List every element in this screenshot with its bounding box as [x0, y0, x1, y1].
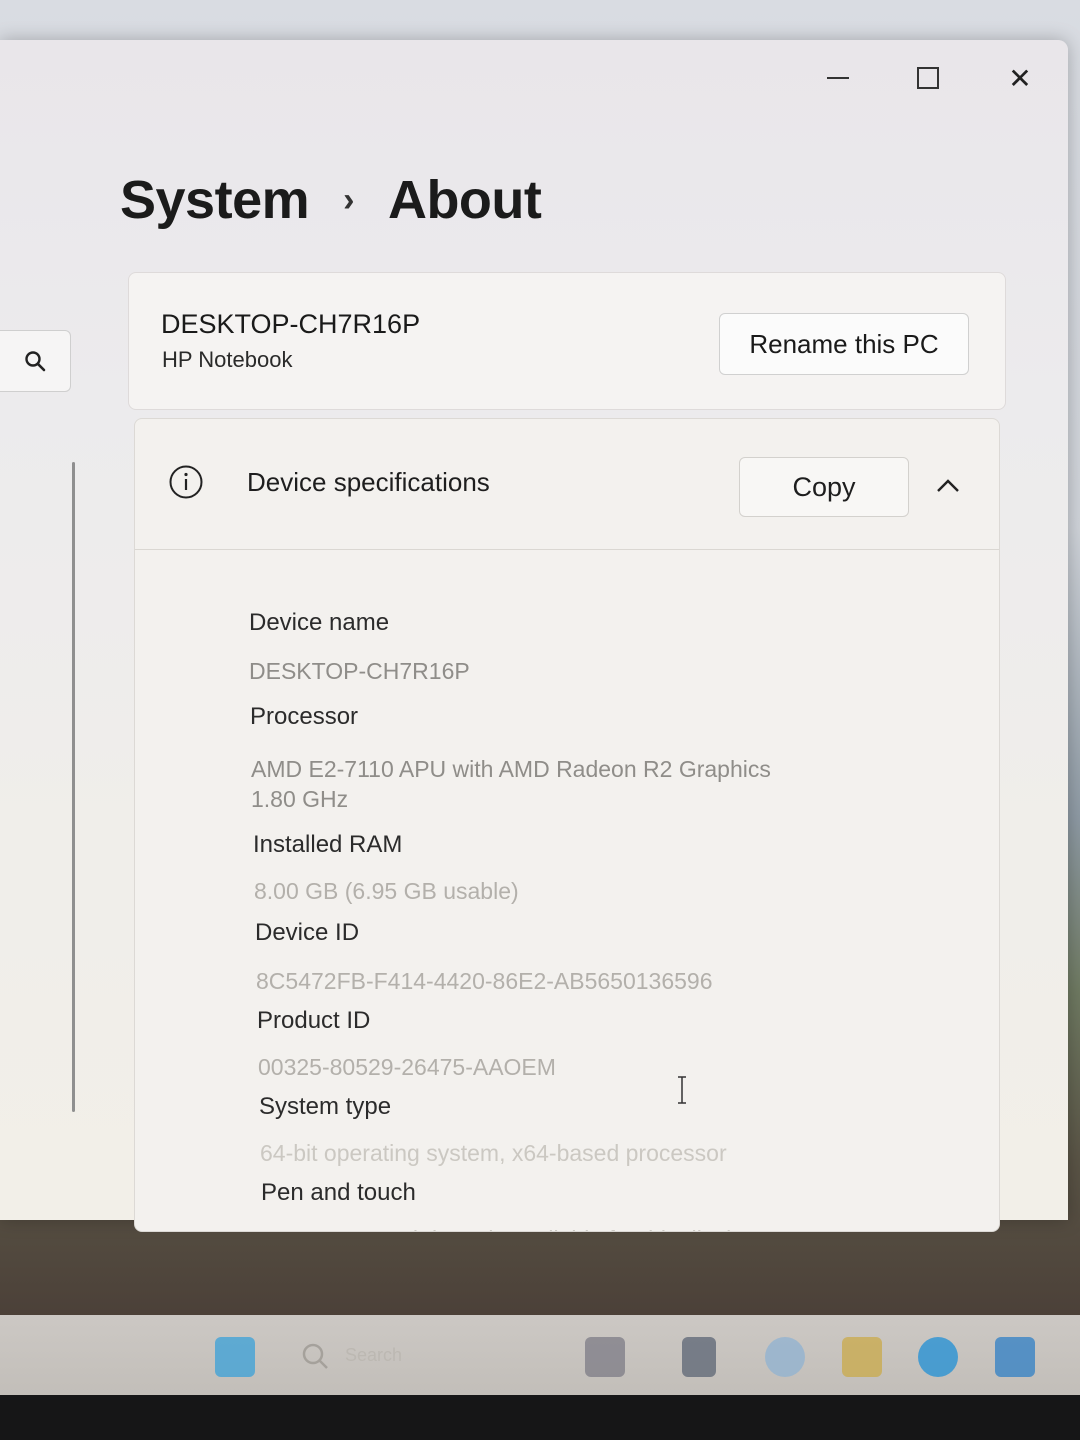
info-icon [169, 465, 203, 499]
breadcrumb-system[interactable]: System [120, 169, 310, 231]
spec-value-processor-speed[interactable]: 1.80 GHz [251, 783, 348, 815]
spec-value-device-name[interactable]: DESKTOP-CH7R16P [249, 655, 470, 687]
device-specifications-title: Device specifications [247, 467, 490, 497]
taskbar: Search [0, 1315, 1080, 1395]
spec-label-device-name: Device name [249, 609, 390, 636]
spec-value-product-id[interactable]: 00325-80529-26475-AAOEM [258, 1051, 556, 1083]
close-button[interactable]: ✕ [997, 58, 1043, 98]
spec-label-pen-and-touch: Pen and touch [261, 1179, 416, 1206]
copy-button[interactable]: Copy [739, 457, 909, 517]
maximize-button[interactable] [905, 58, 951, 98]
nav-scrollbar[interactable] [72, 462, 75, 1112]
settings-window: ✕ System › About DESKTOP-CH7R16P HP Note… [0, 40, 1068, 1232]
minimize-icon [827, 77, 849, 79]
spec-value-installed-ram[interactable]: 8.00 GB (6.95 GB usable) [254, 875, 519, 907]
breadcrumb-separator: › [343, 180, 354, 219]
edge-icon[interactable] [918, 1337, 958, 1377]
spec-label-installed-ram: Installed RAM [253, 831, 403, 858]
start-icon[interactable] [215, 1337, 255, 1377]
minimize-button[interactable] [815, 58, 861, 98]
page-title: About [387, 170, 542, 230]
spec-label-device-id: Device ID [255, 919, 360, 946]
store-icon[interactable] [995, 1337, 1035, 1377]
spec-value-processor[interactable]: AMD E2-7110 APU with AMD Radeon R2 Graph… [251, 753, 771, 785]
settings-search-box[interactable] [0, 330, 71, 392]
spec-label-product-id: Product ID [257, 1007, 371, 1034]
pc-name: DESKTOP-CH7R16P [161, 309, 421, 339]
file-explorer-icon[interactable] [682, 1337, 716, 1377]
spec-value-pen-and-touch[interactable]: No pen or touch input is available for t… [262, 1223, 756, 1231]
rename-pc-button[interactable]: Rename this PC [719, 313, 969, 375]
folder-icon[interactable] [842, 1337, 882, 1377]
copilot-icon[interactable] [765, 1337, 805, 1377]
spec-value-system-type[interactable]: 64-bit operating system, x64-based proce… [260, 1137, 727, 1169]
device-specifications-card: Device specifications Copy Device name D… [134, 418, 1000, 1232]
chevron-up-icon [937, 479, 959, 492]
pc-model: HP Notebook [162, 347, 293, 372]
close-icon: ✕ [1008, 62, 1032, 94]
pc-name-card: DESKTOP-CH7R16P HP Notebook Rename this … [128, 272, 1006, 410]
collapse-button[interactable] [933, 471, 963, 501]
spec-value-device-id[interactable]: 8C5472FB-F414-4420-86E2-AB5650136596 [256, 965, 713, 997]
device-specifications-header[interactable]: Device specifications Copy [135, 419, 999, 550]
taskbar-search-icon[interactable] [296, 1337, 336, 1377]
maximize-icon [917, 67, 939, 89]
text-cursor-icon [678, 1076, 686, 1104]
monitor-bezel [0, 1395, 1080, 1440]
widgets-icon[interactable] [585, 1337, 625, 1377]
spec-label-processor: Processor [250, 703, 359, 730]
breadcrumb: System › About [120, 165, 542, 235]
taskbar-search-placeholder[interactable]: Search [345, 1345, 402, 1366]
search-icon [25, 351, 46, 372]
spec-label-system-type: System type [259, 1093, 392, 1120]
